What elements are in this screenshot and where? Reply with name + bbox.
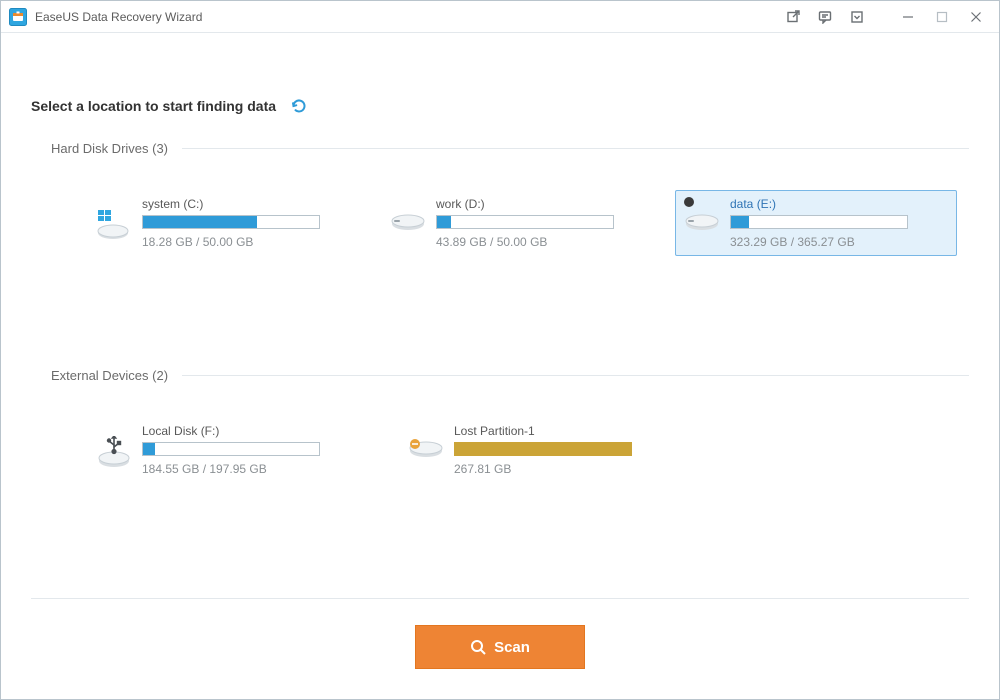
- capacity-bar-lost: [454, 442, 632, 456]
- windows-drive-icon: [96, 209, 132, 241]
- drive-size: 267.81 GB: [454, 462, 690, 476]
- drive-label: work (D:): [436, 197, 654, 211]
- drive-size: 18.28 GB / 50.00 GB: [142, 235, 360, 249]
- capacity-fill: [143, 216, 257, 228]
- titlebar-actions: [777, 6, 873, 28]
- section-external-label: External Devices (2): [51, 368, 168, 383]
- capacity-bar: [436, 215, 614, 229]
- drive-card-system-c[interactable]: system (C:) 18.28 GB / 50.00 GB: [87, 190, 369, 256]
- maximize-button[interactable]: [925, 3, 959, 31]
- section-rule: [182, 148, 969, 149]
- drive-card-work-d[interactable]: work (D:) 43.89 GB / 50.00 GB: [381, 190, 663, 256]
- window-controls: [891, 3, 993, 31]
- titlebar: EaseUS Data Recovery Wizard: [1, 1, 999, 33]
- drive-size: 43.89 GB / 50.00 GB: [436, 235, 654, 249]
- capacity-fill: [731, 216, 749, 228]
- minimize-button[interactable]: [891, 3, 925, 31]
- section-hdd-header: Hard Disk Drives (3): [31, 141, 969, 156]
- feedback-icon[interactable]: [809, 6, 841, 28]
- share-icon[interactable]: [777, 6, 809, 28]
- refresh-icon[interactable]: [290, 97, 308, 115]
- section-hdd: Hard Disk Drives (3) s: [31, 141, 969, 256]
- page-heading-text: Select a location to start finding data: [31, 98, 276, 114]
- drive-label: data (E:): [730, 197, 948, 211]
- app-icon: [9, 8, 27, 26]
- main-content: Select a location to start finding data …: [1, 33, 999, 483]
- drive-label: system (C:): [142, 197, 360, 211]
- drive-label: Local Disk (F:): [142, 424, 378, 438]
- close-button[interactable]: [959, 3, 993, 31]
- capacity-bar: [730, 215, 908, 229]
- drive-size: 323.29 GB / 365.27 GB: [730, 235, 948, 249]
- drive-card-localdisk-f[interactable]: Local Disk (F:) 184.55 GB / 197.95 GB: [87, 417, 387, 483]
- menu-dropdown-icon[interactable]: [841, 6, 873, 28]
- drive-label: Lost Partition-1: [454, 424, 690, 438]
- lost-partition-icon: [408, 436, 444, 458]
- scan-button[interactable]: Scan: [415, 625, 585, 669]
- capacity-bar: [142, 215, 320, 229]
- usb-drive-icon: [96, 436, 132, 468]
- page-heading: Select a location to start finding data: [31, 97, 969, 115]
- section-external-header: External Devices (2): [31, 368, 969, 383]
- hdd-icon: [390, 209, 426, 231]
- section-hdd-label: Hard Disk Drives (3): [51, 141, 168, 156]
- scan-button-label: Scan: [494, 639, 530, 656]
- search-icon: [470, 639, 486, 655]
- section-external: External Devices (2): [31, 368, 969, 483]
- capacity-fill: [437, 216, 451, 228]
- section-rule: [182, 375, 969, 376]
- external-drive-grid: Local Disk (F:) 184.55 GB / 197.95 GB: [31, 417, 969, 483]
- radio-indicator: [684, 197, 694, 207]
- drive-size: 184.55 GB / 197.95 GB: [142, 462, 378, 476]
- app-title: EaseUS Data Recovery Wizard: [35, 10, 202, 24]
- capacity-bar: [142, 442, 320, 456]
- drive-card-data-e[interactable]: data (E:) 323.29 GB / 365.27 GB: [675, 190, 957, 256]
- footer-rule: [31, 598, 969, 599]
- hdd-icon: [684, 209, 720, 231]
- drive-card-lost-partition-1[interactable]: Lost Partition-1 267.81 GB: [399, 417, 699, 483]
- capacity-fill: [143, 443, 155, 455]
- hdd-drive-grid: system (C:) 18.28 GB / 50.00 GB: [31, 190, 969, 256]
